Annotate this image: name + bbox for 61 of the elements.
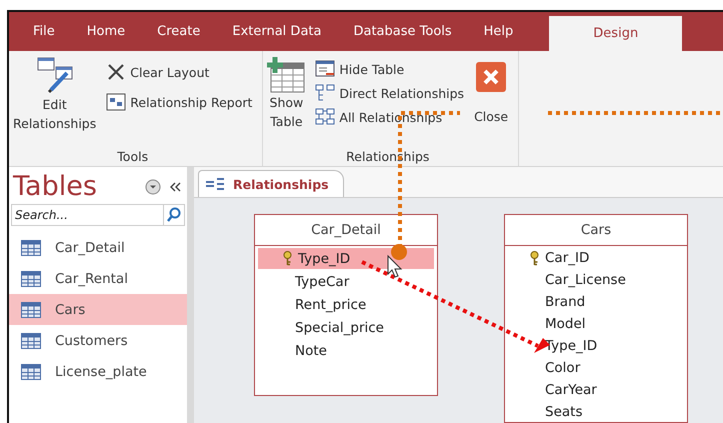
field-row[interactable]: Note xyxy=(255,340,437,361)
table-icon xyxy=(21,302,41,318)
group-label: Relationships xyxy=(345,149,430,164)
ribbon-tab[interactable]: Home xyxy=(70,12,142,52)
close-button[interactable]: Close xyxy=(472,55,510,149)
key-icon xyxy=(283,251,292,266)
ribbon-tab[interactable]: File xyxy=(17,12,71,52)
ribbon-button[interactable]: Edit Relationships xyxy=(11,55,98,149)
field-row[interactable]: CarYear xyxy=(505,380,687,400)
field-row[interactable]: Color xyxy=(505,358,687,378)
report-icon xyxy=(106,93,126,112)
field-row[interactable]: Rent_price xyxy=(255,294,437,315)
edit-relationships-icon xyxy=(36,57,73,96)
table-window[interactable]: Car_Detail Type_ID TypeCar Rent_price Special_price Note xyxy=(254,214,438,396)
search-box[interactable]: Search... xyxy=(11,204,185,226)
ribbon-tab[interactable]: External Data xyxy=(216,12,338,52)
ribbon-tab[interactable]: Help xyxy=(468,12,530,52)
mouse-cursor xyxy=(388,254,402,278)
all-relationships-icon xyxy=(315,108,336,126)
table-list-item[interactable]: License_plate xyxy=(9,356,187,387)
pane-title: Tables xyxy=(13,171,98,202)
ribbon-button[interactable]: Hide Table xyxy=(313,57,466,82)
callout-dot xyxy=(391,244,407,260)
field-row[interactable]: TypeCar xyxy=(255,271,437,292)
table-icon xyxy=(21,240,41,256)
relationships-icon xyxy=(205,177,225,191)
ribbon-tab[interactable]: Design xyxy=(549,16,682,52)
table-list-item[interactable]: Customers xyxy=(9,325,187,356)
field-row[interactable]: Type_ID xyxy=(505,336,687,356)
table-icon xyxy=(21,270,41,286)
field-row[interactable]: Car_License xyxy=(505,270,687,290)
clear-icon xyxy=(106,63,126,82)
field-row[interactable]: Type_ID xyxy=(258,248,434,269)
ribbon-button[interactable]: Direct Relationships xyxy=(313,81,466,106)
hide-table-icon xyxy=(315,60,336,78)
ribbon-button[interactable]: Show Table xyxy=(265,55,308,149)
field-row[interactable]: Brand xyxy=(505,292,687,312)
table-icon xyxy=(21,364,41,380)
ribbon-button[interactable]: All Relationships xyxy=(313,105,466,130)
ribbon-button[interactable]: Clear Layout xyxy=(104,57,254,88)
ribbon-button[interactable]: Relationship Report xyxy=(104,87,254,118)
key-icon xyxy=(530,250,539,266)
show-table-icon xyxy=(267,57,306,94)
collapse-icon[interactable] xyxy=(169,180,181,192)
field-row[interactable]: Seats xyxy=(505,402,687,422)
table-list-item[interactable]: Cars xyxy=(9,294,187,325)
field-row[interactable]: Model xyxy=(505,314,687,334)
table-list-item[interactable]: Car_Rental xyxy=(9,263,187,294)
ribbon-tab[interactable]: Database Tools xyxy=(337,12,468,52)
dropdown-icon[interactable] xyxy=(145,178,161,194)
field-row[interactable]: Special_price xyxy=(255,317,437,338)
direct-relationships-icon xyxy=(315,84,336,102)
table-icon xyxy=(21,332,41,348)
close-icon xyxy=(475,61,508,94)
field-row[interactable]: Car_ID xyxy=(505,248,687,268)
document-tab[interactable]: Relationships xyxy=(198,170,344,197)
table-window[interactable]: Cars Car_ID Car_License Brand Model Type_ID Color CarYear Seats xyxy=(504,214,688,423)
table-list-item[interactable]: Car_Detail xyxy=(9,232,187,263)
table-title: Cars xyxy=(505,215,687,246)
ribbon-tab[interactable]: Create xyxy=(141,12,216,52)
group-label: Tools xyxy=(116,149,150,164)
